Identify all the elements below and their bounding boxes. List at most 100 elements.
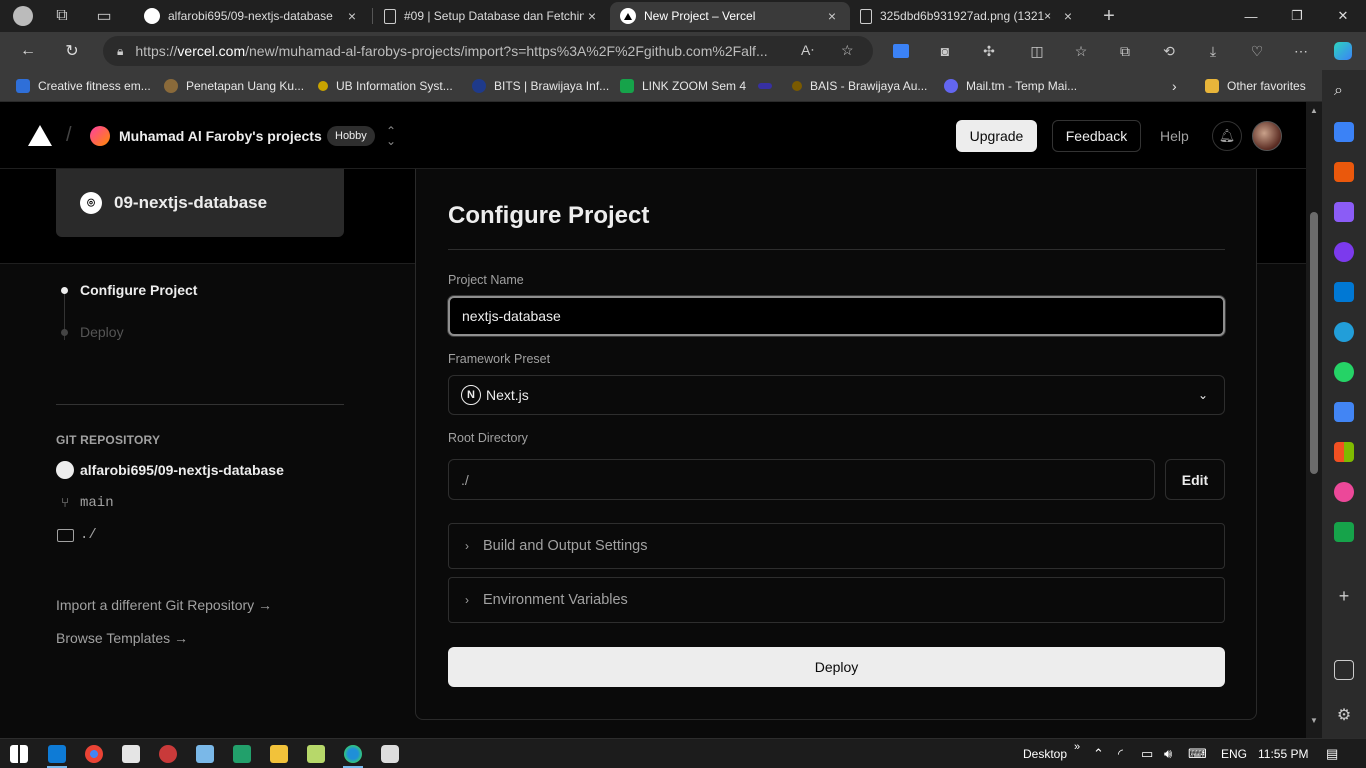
tab-image[interactable]: 325dbd6b931927ad.png (1321× ×: [850, 2, 1086, 30]
minimize-icon[interactable]: —: [1228, 0, 1274, 32]
git-repo-link[interactable]: alfarobi695/09-nextjs-database: [56, 461, 284, 479]
calendar-icon[interactable]: [1334, 522, 1354, 542]
upgrade-button[interactable]: Upgrade: [956, 120, 1037, 152]
sidebar-layout-icon[interactable]: [1334, 660, 1354, 680]
close-icon[interactable]: ×: [824, 8, 840, 24]
telegram-icon[interactable]: [1334, 322, 1354, 342]
app-icon[interactable]: [159, 745, 177, 763]
window-close-icon[interactable]: ✕: [1320, 0, 1366, 32]
desktop-toolbar-label[interactable]: Desktop: [1023, 747, 1067, 761]
office-icon[interactable]: [1334, 442, 1354, 462]
help-link[interactable]: Help: [1160, 128, 1189, 144]
chevron-up-down-icon[interactable]: ⌃ ⌄: [386, 125, 396, 147]
close-icon[interactable]: ×: [584, 8, 600, 24]
volume-icon[interactable]: 🔊︎: [1164, 746, 1172, 762]
bookmark-item[interactable]: LINK ZOOM Sem 4: [620, 77, 746, 95]
tab-tutorial[interactable]: #09 | Setup Database dan Fetchin ×: [374, 2, 610, 30]
copilot-icon[interactable]: [1332, 41, 1354, 61]
terminal-icon[interactable]: [233, 745, 251, 763]
tab-vercel-new-project[interactable]: New Project – Vercel ×: [610, 2, 850, 30]
back-arrow-icon[interactable]: ←: [14, 38, 42, 64]
new-tab-button[interactable]: +: [1094, 4, 1124, 28]
google-translate-icon[interactable]: [1334, 402, 1354, 422]
extensions-icon[interactable]: ✣: [978, 41, 1000, 61]
keyboard-icon[interactable]: ⌨: [1188, 746, 1207, 762]
notes-icon[interactable]: [196, 745, 214, 763]
outlook-icon[interactable]: [1334, 282, 1354, 302]
framework-preset-select[interactable]: N Next.js ⌄: [448, 375, 1225, 415]
language-indicator[interactable]: ENG: [1221, 747, 1247, 761]
address-bar[interactable]: 🔒︎ https://vercel.com/new/muhamad-al-far…: [103, 36, 873, 66]
environment-variables-accordion[interactable]: › Environment Variables: [448, 577, 1225, 623]
reload-icon[interactable]: ↻: [58, 38, 86, 64]
tools-icon[interactable]: [1334, 162, 1354, 182]
bookmark-item[interactable]: Penetapan Uang Ku...: [164, 77, 304, 95]
bookmark-item[interactable]: BITS | Brawijaya Inf...: [472, 77, 609, 95]
clock[interactable]: 11:55 PM: [1258, 747, 1308, 761]
downloads-icon[interactable]: ⤓: [1202, 41, 1224, 61]
bookmarks-overflow-chevron-icon[interactable]: ›: [1172, 77, 1177, 95]
whatsapp-icon[interactable]: [1334, 362, 1354, 382]
edit-root-directory-button[interactable]: Edit: [1165, 459, 1225, 500]
search-icon[interactable]: ⌕: [1334, 82, 1354, 102]
favorite-star-icon[interactable]: ☆: [841, 42, 854, 59]
bookmark-item[interactable]: UB Information Syst...: [318, 77, 453, 95]
translate-icon[interactable]: [890, 41, 912, 61]
restore-icon[interactable]: ❐: [1274, 0, 1320, 32]
tab-github[interactable]: alfarobi695/09-nextjs-database ×: [134, 2, 370, 30]
wifi-icon[interactable]: ◜: [1118, 746, 1123, 762]
notepad-icon[interactable]: [307, 745, 325, 763]
chrome-icon[interactable]: [85, 745, 103, 763]
tab-actions-icon[interactable]: ▭: [89, 4, 119, 28]
copilot-sidebar-icon[interactable]: [1334, 242, 1354, 262]
brain-icon[interactable]: [1334, 482, 1354, 502]
screenshot-icon[interactable]: ◙: [934, 41, 956, 61]
scroll-down-icon[interactable]: ▼: [1310, 716, 1318, 725]
vscode-icon[interactable]: [48, 745, 66, 763]
close-icon[interactable]: ×: [344, 8, 360, 24]
edge-icon[interactable]: [344, 745, 362, 763]
bookmark-item[interactable]: Mail.tm - Temp Mai...: [944, 77, 1077, 95]
notifications-icon[interactable]: ▤: [1326, 746, 1338, 762]
notion-icon[interactable]: [122, 745, 140, 763]
history-icon[interactable]: ⟲: [1158, 41, 1180, 61]
games-icon[interactable]: [1334, 202, 1354, 222]
chevron-double-right-icon[interactable]: »: [1074, 741, 1080, 753]
shopping-tag-icon[interactable]: [1334, 122, 1354, 142]
build-output-settings-accordion[interactable]: › Build and Output Settings: [448, 523, 1225, 569]
more-options-icon[interactable]: ⋯: [1290, 41, 1312, 61]
scroll-up-icon[interactable]: ▲: [1310, 106, 1318, 115]
settings-gear-icon[interactable]: ⚙: [1334, 706, 1354, 726]
deploy-button[interactable]: Deploy: [448, 647, 1225, 687]
performance-icon[interactable]: ♡: [1246, 41, 1268, 61]
bell-icon[interactable]: 🔔︎: [1212, 121, 1242, 151]
bookmark-item[interactable]: BAIS - Brawijaya Au...: [792, 77, 927, 95]
close-icon[interactable]: ×: [1060, 8, 1076, 24]
page-scrollbar[interactable]: ▲ ▼: [1306, 102, 1322, 738]
browse-templates-link[interactable]: Browse Templates →: [56, 630, 188, 646]
workspaces-icon[interactable]: ⧉: [47, 4, 77, 28]
collections-icon[interactable]: ⧉: [1114, 41, 1136, 61]
add-sidebar-app-icon[interactable]: +: [1334, 586, 1354, 606]
battery-icon[interactable]: ▭: [1141, 746, 1153, 762]
bookmark-item[interactable]: [758, 77, 780, 95]
favorites-icon[interactable]: ☆: [1070, 41, 1092, 61]
profile-icon[interactable]: [8, 4, 38, 28]
vercel-logo-icon[interactable]: [28, 125, 52, 146]
project-name-input[interactable]: nextjs-database: [448, 296, 1225, 336]
scroll-thumb[interactable]: [1310, 212, 1318, 474]
other-favorites[interactable]: Other favorites: [1205, 77, 1306, 95]
root-directory-input[interactable]: ./: [448, 459, 1155, 500]
windows-start-icon[interactable]: [10, 745, 28, 763]
file-explorer-icon[interactable]: [270, 745, 288, 763]
chevron-up-icon[interactable]: ⌃: [1093, 746, 1104, 762]
app-icon[interactable]: [381, 745, 399, 763]
avatar[interactable]: [1252, 121, 1282, 151]
bookmark-item[interactable]: Creative fitness em...: [16, 77, 151, 95]
feedback-button[interactable]: Feedback: [1052, 120, 1141, 152]
team-name[interactable]: Muhamad Al Faroby's projects: [119, 128, 322, 144]
split-screen-icon[interactable]: ◫: [1026, 41, 1048, 61]
read-aloud-icon[interactable]: Aᐧ: [801, 42, 814, 59]
team-avatar[interactable]: [90, 126, 110, 146]
import-different-repo-link[interactable]: Import a different Git Repository →: [56, 597, 272, 613]
